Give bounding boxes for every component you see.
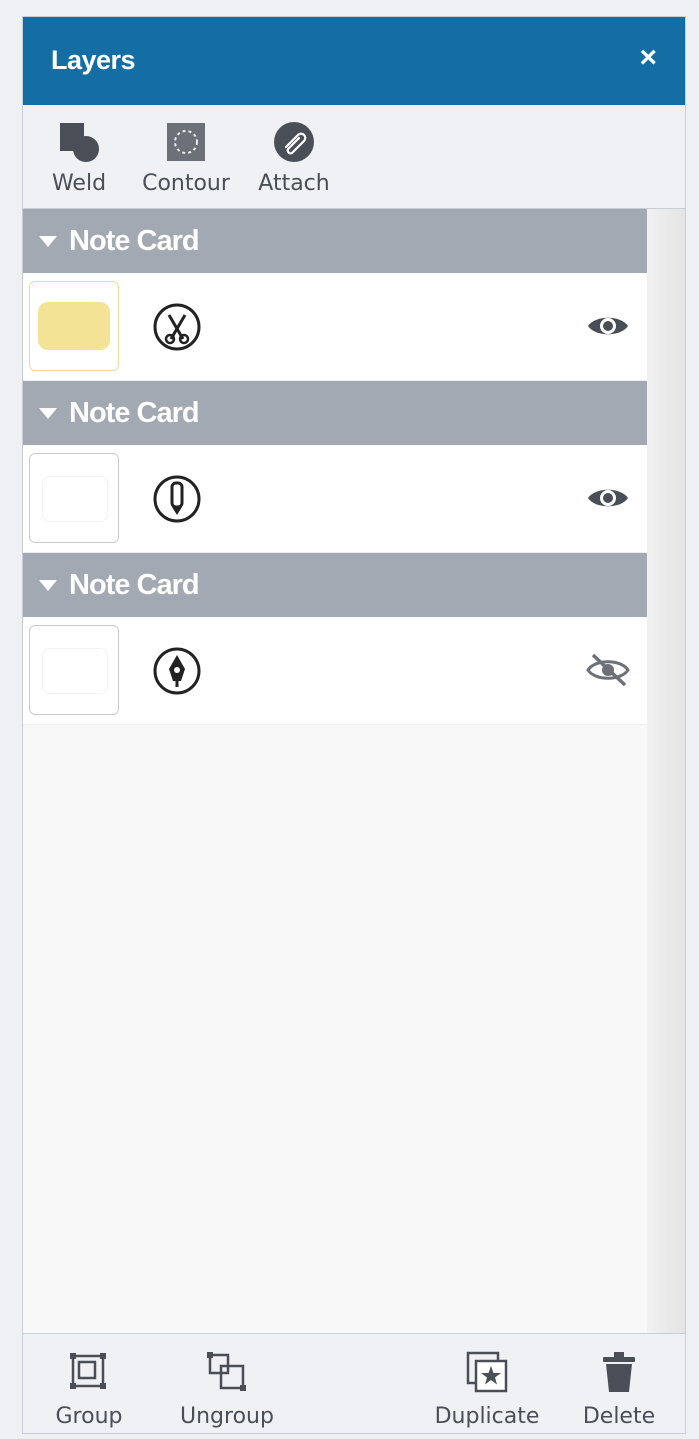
weld-button[interactable]: Weld <box>47 119 111 196</box>
layers-list[interactable]: Note Card Note Card Note Card <box>23 209 647 1333</box>
hidden-eye-icon[interactable] <box>585 651 631 689</box>
attach-button[interactable]: Attach <box>251 119 337 196</box>
note-card-shape <box>42 648 108 694</box>
ungroup-label: Ungroup <box>180 1404 274 1429</box>
layers-panel: Layers × Weld Contour Attach Note Card N… <box>22 16 686 1434</box>
duplicate-button[interactable]: Duplicate <box>423 1348 551 1429</box>
group-name: Note Card <box>69 224 200 257</box>
note-card-shape <box>42 476 108 522</box>
group-name: Note Card <box>69 396 200 429</box>
trash-icon <box>571 1348 667 1396</box>
contour-icon <box>133 119 239 165</box>
layer-thumbnail[interactable] <box>29 453 119 543</box>
layer-row[interactable] <box>23 273 647 381</box>
weld-icon <box>47 119 111 165</box>
group-header[interactable]: Note Card <box>23 209 647 273</box>
visibility-eye-icon[interactable] <box>585 307 631 345</box>
contour-button[interactable]: Contour <box>133 119 239 196</box>
layer-thumbnail[interactable] <box>29 625 119 715</box>
write-operation-icon[interactable] <box>151 645 203 697</box>
layers-toolbar: Weld Contour Attach <box>23 105 685 209</box>
layer-row[interactable] <box>23 445 647 553</box>
cut-operation-icon[interactable] <box>151 301 203 353</box>
duplicate-icon <box>423 1348 551 1396</box>
layer-thumbnail[interactable] <box>29 281 119 371</box>
visibility-eye-icon[interactable] <box>585 479 631 517</box>
scrollbar[interactable] <box>647 209 685 1333</box>
group-header[interactable]: Note Card <box>23 381 647 445</box>
delete-button[interactable]: Delete <box>571 1348 667 1429</box>
delete-label: Delete <box>582 1404 656 1429</box>
group-label: Group <box>55 1404 123 1429</box>
group-button[interactable]: Group <box>43 1348 135 1429</box>
ungroup-button[interactable]: Ungroup <box>167 1348 287 1429</box>
note-card-shape <box>38 302 110 350</box>
contour-label: Contour <box>142 171 230 196</box>
layers-footer: Group Ungroup Duplicate Delete <box>23 1333 685 1433</box>
duplicate-label: Duplicate <box>434 1404 540 1429</box>
group-icon <box>43 1348 135 1396</box>
ungroup-icon <box>167 1348 287 1396</box>
panel-title: Layers <box>51 45 136 75</box>
group-header[interactable]: Note Card <box>23 553 647 617</box>
attach-icon <box>251 119 337 165</box>
panel-header: Layers × <box>23 17 685 105</box>
close-icon[interactable]: × <box>639 41 657 75</box>
collapse-arrow-icon[interactable] <box>39 407 57 419</box>
collapse-arrow-icon[interactable] <box>39 579 57 591</box>
group-name: Note Card <box>69 568 200 601</box>
draw-operation-icon[interactable] <box>151 473 203 525</box>
attach-label: Attach <box>258 171 330 196</box>
layer-row[interactable] <box>23 617 647 725</box>
collapse-arrow-icon[interactable] <box>39 235 57 247</box>
weld-label: Weld <box>51 171 107 196</box>
